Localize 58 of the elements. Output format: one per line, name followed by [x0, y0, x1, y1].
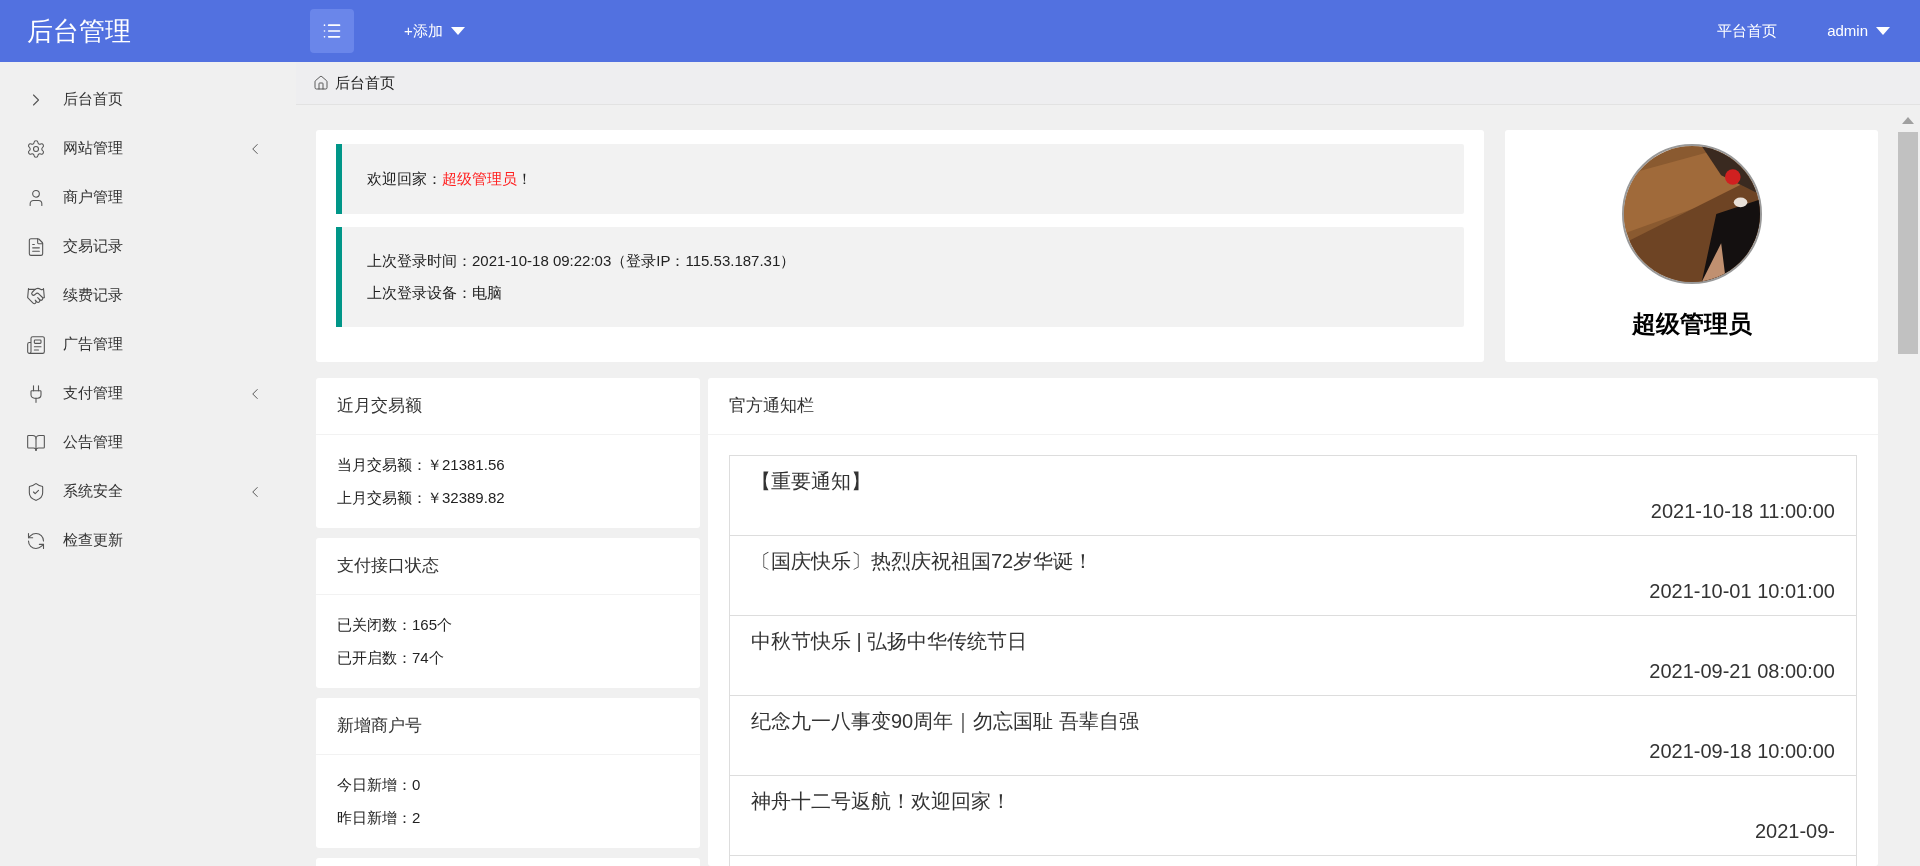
notice-time: 2021-09-21 08:00:00: [1649, 659, 1835, 684]
notice-time: 2021-09-: [1754, 819, 1835, 844]
stat-line: 今日新增：0: [337, 775, 422, 795]
stat-line: 当月交易额：￥21381.56: [337, 455, 506, 475]
notice-time: 2021-09-18 10:00:00: [1649, 739, 1835, 764]
stat-line: 上月交易额：￥32389.82: [337, 487, 506, 508]
stat-line: 昨日新增：2: [337, 807, 422, 828]
refresh-icon: [26, 530, 46, 551]
notice-title: 神舟十二号返航！欢迎回家！: [751, 789, 1012, 814]
settings-icon: [26, 138, 46, 159]
stat-line: 已关闭数：165个: [337, 615, 454, 635]
sidebar-item[interactable]: 网站管理: [0, 124, 296, 173]
newspaper-icon: [26, 334, 46, 355]
notice-title: 中秋节快乐 | 弘扬中华传统节日: [751, 629, 1029, 654]
card-title: 支付接口状态: [337, 555, 439, 578]
notice-title: 〔国庆快乐〕热烈庆祝祖国72岁华诞！: [751, 549, 1095, 574]
sidebar-item[interactable]: 后台首页: [0, 75, 296, 124]
document-icon: [26, 236, 46, 257]
notice-item[interactable]: 中秋节快乐 | 弘扬中华传统节日 2021-09-21 08:00:00: [730, 616, 1856, 696]
scroll-up-icon: [1902, 117, 1914, 124]
last-login-time: 上次登录时间：2021-10-18 09:22:03（登录IP：115.53.187.31）: [367, 250, 797, 271]
book-icon: [26, 432, 46, 453]
shield-icon: [26, 481, 46, 502]
notice-time: 2021-10-01 10:01:00: [1649, 579, 1835, 604]
notice-title: 纪念九一八事变90周年｜勿忘国耻 吾辈自强: [751, 709, 1140, 735]
notice-item[interactable]: 〔国庆快乐〕热烈庆祝祖国72岁华诞！ 2021-10-01 10:01:00: [730, 536, 1856, 616]
breadcrumb[interactable]: 后台首页: [335, 71, 395, 95]
add-menu[interactable]: +添加: [404, 19, 465, 43]
notice-item[interactable]: 神舟十二号返航！欢迎回家！ 2021-09-: [730, 776, 1856, 856]
welcome-message: 欢迎回家：超级管理员！: [367, 168, 532, 189]
notice-item[interactable]: 【重要通知】 2021-10-18 11:00:00: [730, 456, 1856, 536]
profile-name: 超级管理员: [1631, 309, 1752, 339]
menu-toggle-button[interactable]: [310, 9, 354, 53]
sidebar-item[interactable]: 续费记录: [0, 271, 296, 320]
stat-line: 已开启数：74个: [337, 647, 445, 668]
sidebar-item[interactable]: 交易记录: [0, 222, 296, 271]
last-login-device: 上次登录设备：电脑: [367, 283, 503, 303]
sidebar-item[interactable]: 支付管理: [0, 369, 296, 418]
notice-item[interactable]: 纪念九一八事变90周年｜勿忘国耻 吾辈自强 2021-09-18 10:00:00: [730, 696, 1856, 776]
caret-icon: [450, 27, 465, 35]
card-title: 近月交易额: [337, 395, 422, 418]
user-menu[interactable]: admin: [1827, 19, 1890, 43]
sidebar-item[interactable]: 广告管理: [0, 320, 296, 369]
caret-icon: [1876, 27, 1890, 35]
notice-title: 【重要通知】: [751, 469, 872, 494]
sidebar-item[interactable]: 检查更新: [0, 516, 296, 565]
scrollbar-thumb[interactable]: [1898, 132, 1918, 354]
sidebar-item[interactable]: 系统安全: [0, 467, 296, 516]
sidebar-item[interactable]: 公告管理: [0, 418, 296, 467]
app-title: 后台管理: [27, 14, 131, 48]
menu-icon: [322, 21, 342, 41]
home-icon: [313, 75, 329, 91]
panel-title: 官方通知栏: [729, 395, 814, 418]
sidebar-item[interactable]: 商户管理: [0, 173, 296, 222]
notice-time: 2021-10-18 11:00:00: [1650, 499, 1835, 524]
handshake-icon: [26, 285, 46, 306]
card-title: 新增商户号: [337, 715, 422, 738]
nav-link[interactable]: 平台首页: [1717, 19, 1778, 43]
